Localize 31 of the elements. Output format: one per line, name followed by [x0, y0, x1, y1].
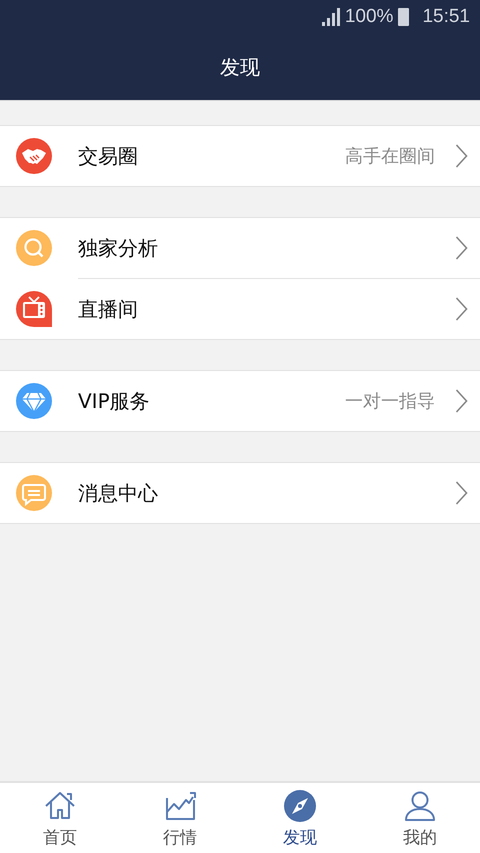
page-title: 发现	[220, 54, 260, 80]
menu-item[interactable]: 交易圈 高手在圈间	[0, 126, 480, 186]
chevron-icon	[455, 481, 468, 505]
tab[interactable]: 首页	[0, 783, 120, 853]
tab[interactable]: 我的	[360, 783, 480, 853]
chevron-icon	[455, 144, 468, 168]
tab[interactable]: 发现	[240, 783, 360, 853]
menu-item[interactable]: VIP服务 一对一指导	[0, 371, 480, 431]
menu-label: 直播间	[78, 296, 139, 322]
clock: 15:51	[422, 6, 470, 28]
chevron-icon	[455, 297, 468, 321]
chat-bubble-icon	[16, 475, 52, 511]
battery-icon	[398, 8, 410, 26]
compass-icon	[282, 788, 318, 824]
menu-label: 消息中心	[78, 480, 159, 506]
menu-item[interactable]: 独家分析	[0, 218, 480, 278]
chevron-icon	[455, 389, 468, 413]
tv-icon	[16, 291, 52, 327]
magnifier-icon	[16, 230, 52, 266]
menu-item[interactable]: 消息中心	[0, 463, 480, 523]
menu-label: 交易圈	[78, 142, 139, 170]
menu-item[interactable]: 直播间	[78, 278, 480, 339]
menu-label: 独家分析	[78, 234, 159, 262]
tab[interactable]: 行情	[120, 783, 240, 853]
handshake-icon	[16, 138, 52, 174]
signal-icon	[322, 8, 340, 26]
menu-hint: 高手在圈间	[345, 145, 435, 168]
chevron-icon	[455, 236, 468, 260]
menu-label: VIP服务	[78, 388, 151, 414]
battery-percent: 100%	[344, 6, 394, 28]
menu-hint: 一对一指导	[345, 390, 435, 413]
